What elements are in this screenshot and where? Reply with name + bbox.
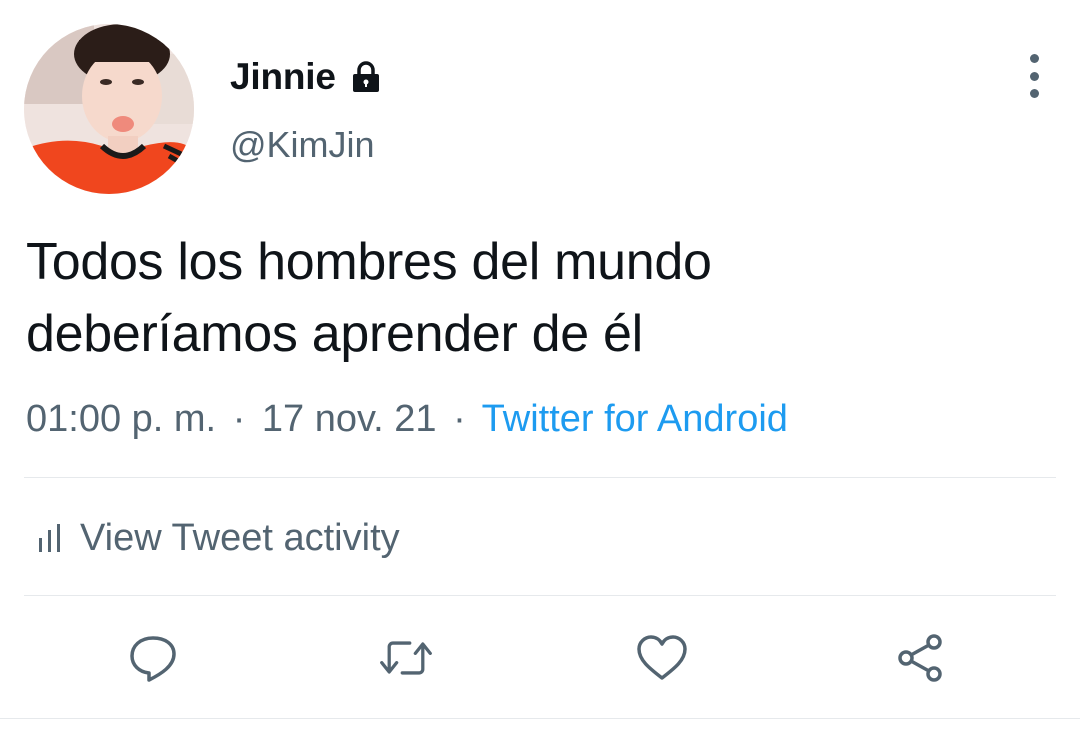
- tweet-detail: Jinnie @KimJin Todos los hombres del mun…: [0, 0, 1080, 734]
- tweet-source-link[interactable]: Twitter for Android: [482, 398, 788, 440]
- view-tweet-activity-button[interactable]: View Tweet activity: [38, 512, 400, 564]
- tweet-text-line: deberíamos aprender de él: [26, 305, 643, 363]
- reply-icon: [130, 636, 176, 682]
- tweet-date[interactable]: 17 nov. 21: [262, 398, 437, 440]
- tweet-meta: 01:00 p. m. · 17 nov. 21 · Twitter for A…: [26, 394, 788, 444]
- divider: [24, 477, 1056, 478]
- heart-icon: [637, 635, 687, 680]
- lock-icon: [352, 61, 379, 92]
- retweet-button[interactable]: [378, 630, 434, 686]
- display-name[interactable]: Jinnie: [230, 56, 336, 98]
- meta-separator: ·: [232, 398, 246, 440]
- activity-label: View Tweet activity: [80, 516, 400, 559]
- more-dot: [1029, 89, 1039, 98]
- share-button[interactable]: [892, 630, 948, 686]
- bar-chart-icon: [39, 524, 60, 552]
- retweet-icon: [380, 641, 432, 675]
- tweet-text: Todos los hombres del mundo deberíamos a…: [26, 226, 1046, 370]
- like-button[interactable]: [634, 630, 690, 686]
- more-options-button[interactable]: [1014, 54, 1054, 98]
- tweet-time[interactable]: 01:00 p. m.: [26, 398, 216, 440]
- share-icon: [898, 634, 942, 682]
- user-handle[interactable]: @KimJin: [230, 124, 375, 166]
- divider: [24, 595, 1056, 596]
- divider: [0, 718, 1080, 719]
- profile-photo: [24, 24, 194, 194]
- more-dot: [1029, 71, 1039, 81]
- tweet-text-line: Todos los hombres del mundo: [26, 233, 712, 291]
- more-vertical-icon: [1029, 54, 1039, 63]
- reply-button[interactable]: [125, 630, 181, 686]
- user-name-row: Jinnie: [230, 54, 384, 100]
- meta-separator: ·: [453, 398, 466, 440]
- avatar[interactable]: [24, 24, 194, 194]
